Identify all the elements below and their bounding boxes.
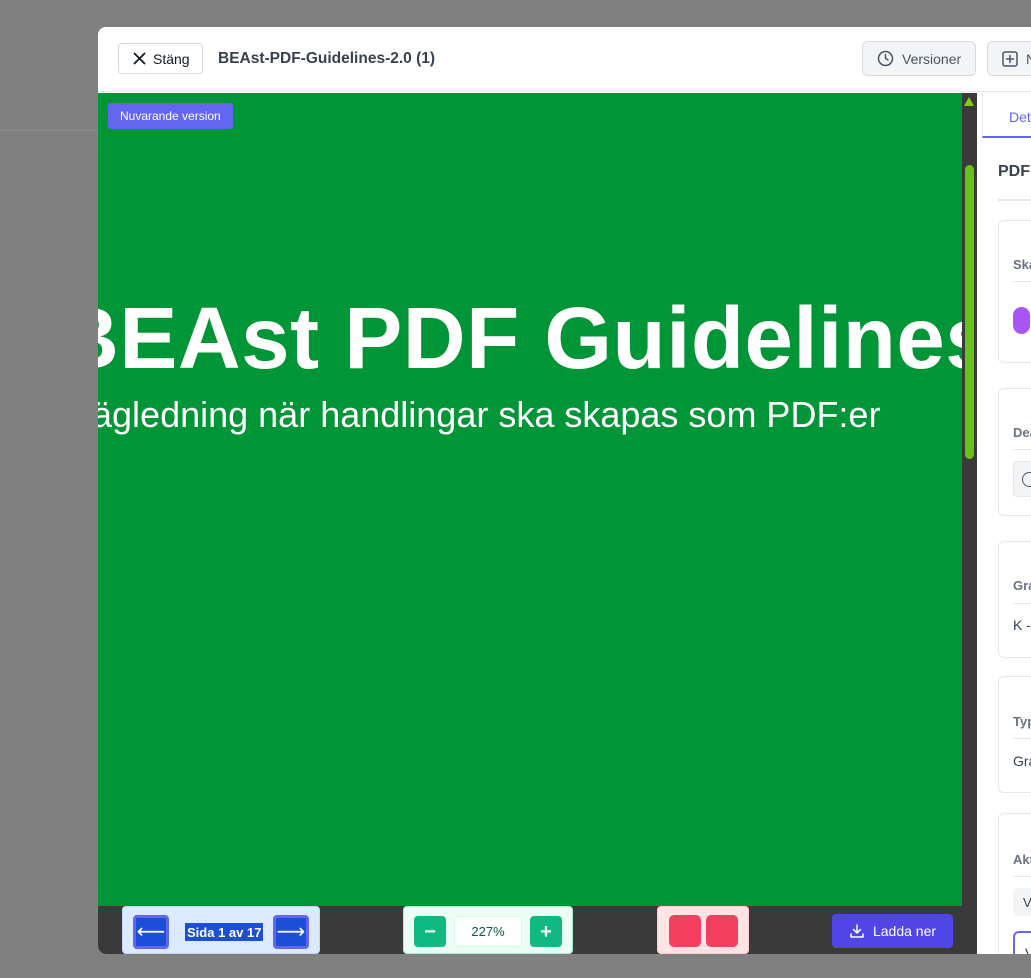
scrollbar-thumb[interactable] (965, 165, 974, 459)
card-label: Deadline (1013, 425, 1031, 440)
sidebar-heading: PDF (998, 163, 1031, 201)
page-indicator: Sida 1 av 17 (185, 923, 264, 941)
card-divider (1013, 281, 1031, 282)
scroll-up-arrow-icon[interactable] (964, 97, 974, 106)
card-divider (1013, 603, 1031, 604)
background-divider (0, 130, 98, 131)
card-label: Typ (1013, 714, 1031, 729)
card-label: Granskare (1013, 578, 1031, 593)
activities-card: Aktiviteter V V (998, 813, 1031, 954)
close-button[interactable]: Stäng (118, 43, 203, 74)
reviewer-card: Granskare K - (998, 541, 1031, 658)
deadline-picker[interactable] (1013, 461, 1031, 497)
action-button-1[interactable] (669, 915, 701, 947)
clock-icon (877, 50, 894, 67)
activity-item[interactable]: V (1013, 931, 1031, 954)
previous-page-button[interactable]: ⟵ (133, 915, 169, 949)
versions-button[interactable]: Versioner (862, 41, 976, 76)
document-viewer-modal: Stäng BEAst-PDF-Guidelines-2.0 (1) Versi… (98, 27, 1031, 954)
document-title: BEAst-PDF-Guidelines-2.0 (1) (218, 50, 436, 67)
zoom-level: 227% (454, 916, 522, 947)
page-navigation-group: ⟵ Sida 1 av 17 ⟶ (122, 906, 320, 954)
viewer-scrollbar[interactable] (962, 93, 977, 906)
plus-square-icon (1002, 50, 1018, 67)
pdf-page: Nuvarande version BEAst PDF Guidelines V… (98, 93, 962, 906)
versions-button-label: Versioner (902, 50, 962, 67)
viewer-toolbar: ⟵ Sida 1 av 17 ⟶ − 227% + Ladda ner (98, 906, 977, 954)
card-divider (1013, 449, 1031, 450)
card-label: Aktiviteter (1013, 852, 1031, 867)
modal-header: Stäng BEAst-PDF-Guidelines-2.0 (1) Versi… (98, 27, 1031, 92)
activity-filter[interactable]: V (1013, 888, 1031, 916)
download-icon (850, 924, 864, 938)
close-button-label: Stäng (153, 50, 190, 67)
type-value: Gra (1013, 753, 1031, 769)
avatar (1013, 307, 1030, 334)
type-card: Typ Gra (998, 676, 1031, 793)
pdf-page-subtitle: Vägledning när handlingar ska skapas som… (98, 394, 881, 435)
details-sidebar: Detaljer PDF Skapad av Deadline Granskar… (977, 93, 1031, 954)
annotation-actions-group (657, 906, 749, 954)
pdf-viewer[interactable]: Nuvarande version BEAst PDF Guidelines V… (98, 93, 977, 906)
zoom-out-button[interactable]: − (414, 916, 446, 947)
current-version-badge: Nuvarande version (108, 103, 233, 129)
clock-icon (1022, 472, 1031, 487)
download-button[interactable]: Ladda ner (832, 914, 953, 948)
card-divider (1013, 876, 1031, 877)
close-icon (133, 52, 146, 65)
download-button-label: Ladda ner (872, 923, 937, 939)
pdf-page-title: BEAst PDF Guidelines (98, 290, 962, 387)
zoom-controls: − 227% + (403, 906, 573, 954)
card-divider (1013, 738, 1031, 739)
card-label: Skapad av (1013, 257, 1031, 272)
reviewer-value: K - (1013, 617, 1031, 633)
action-button-2[interactable] (706, 915, 738, 947)
created-by-card: Skapad av (998, 220, 1031, 363)
tab-details[interactable]: Detaljer (982, 93, 1031, 138)
deadline-card: Deadline (998, 388, 1031, 516)
zoom-in-button[interactable]: + (530, 916, 562, 947)
new-version-button[interactable]: N (987, 41, 1031, 76)
new-version-button-label: N (1026, 51, 1031, 67)
next-page-button[interactable]: ⟶ (273, 915, 309, 949)
